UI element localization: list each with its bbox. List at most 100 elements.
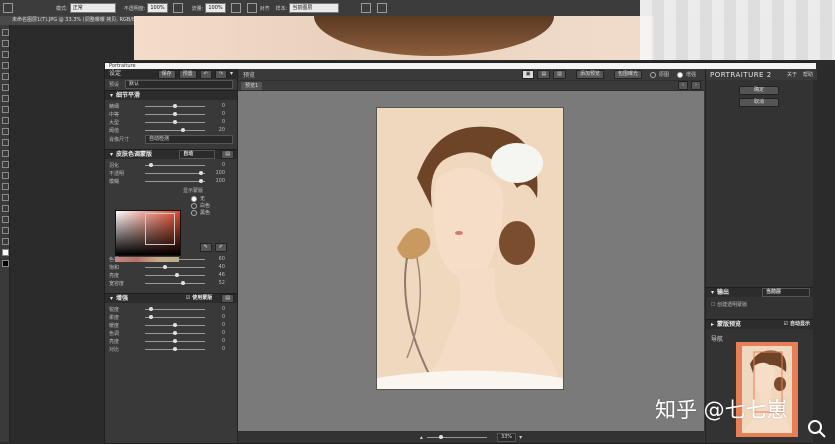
ignore-adjust-icon[interactable] — [361, 3, 372, 13]
add-preview-button[interactable]: 添加预览 — [575, 70, 604, 79]
eyedropper-icon[interactable] — [2, 84, 9, 91]
use-mask-checkbox[interactable]: ☑ — [186, 294, 190, 303]
undo-icon[interactable]: ↶ — [199, 69, 212, 79]
slider-track[interactable] — [145, 330, 205, 335]
slider-knob[interactable] — [173, 103, 177, 108]
skin-mask-section[interactable]: ▾ 皮肤色调蒙版 自动 ▤ — [105, 149, 237, 159]
slider-knob[interactable] — [173, 119, 177, 124]
portrait-size-select[interactable]: 自动检测 — [145, 135, 233, 144]
zoom-value[interactable]: 33% — [496, 433, 517, 442]
tab-next-icon[interactable]: › — [691, 81, 701, 90]
slider-track[interactable] — [145, 127, 205, 132]
collapse-icon[interactable]: ▾ — [110, 91, 113, 100]
slider-knob[interactable] — [173, 322, 177, 327]
slider-track[interactable] — [145, 264, 205, 269]
transparent-mask-checkbox[interactable]: ☐ — [711, 302, 715, 308]
enhance-menu-button[interactable]: ▤ — [221, 294, 234, 303]
foreground-color-icon[interactable] — [2, 249, 9, 256]
split-h-icon[interactable]: ▤ — [537, 70, 551, 79]
slider-knob[interactable] — [173, 338, 177, 343]
shape-tool-icon[interactable] — [2, 216, 9, 223]
airbrush-icon[interactable] — [230, 3, 241, 13]
slider-track[interactable] — [145, 272, 205, 277]
zoom-slider[interactable] — [426, 435, 487, 439]
slider-value[interactable]: 46 — [211, 272, 225, 278]
zoom-out-icon[interactable]: ▴ — [420, 434, 423, 441]
slider-knob[interactable] — [199, 170, 203, 175]
slider-value[interactable]: 0 — [211, 314, 225, 320]
slider-value[interactable]: 0 — [211, 306, 225, 312]
slider-knob[interactable] — [173, 330, 177, 335]
sample-select[interactable]: 当前图层 — [289, 3, 340, 13]
tab-preview-1[interactable]: 预览1 — [241, 81, 263, 90]
slider-knob[interactable] — [181, 127, 185, 132]
search-icon[interactable] — [806, 418, 828, 440]
history-brush-icon[interactable] — [2, 128, 9, 135]
skin-auto-select[interactable]: 自动 — [179, 150, 216, 159]
slider-track[interactable] — [145, 119, 205, 124]
slider-value[interactable]: 60 — [211, 256, 225, 262]
slider-knob[interactable] — [181, 280, 185, 285]
slider-track[interactable] — [145, 346, 205, 351]
help-link[interactable]: 帮助 — [803, 71, 813, 78]
marquee-tool-icon[interactable] — [2, 40, 9, 47]
eraser-icon[interactable] — [2, 139, 9, 146]
slider-value[interactable]: 100 — [211, 178, 225, 184]
enhance-section[interactable]: ▾ 增强 ☑ 使用蒙版 ▤ — [105, 293, 237, 303]
redo-icon[interactable]: ↷ — [214, 69, 227, 79]
slider-value[interactable]: 0 — [211, 119, 225, 125]
flow-field[interactable]: 100% — [205, 3, 226, 13]
tab-prev-icon[interactable]: ‹ — [678, 81, 688, 90]
ok-button[interactable]: 确定 — [739, 86, 779, 95]
move-tool-icon[interactable] — [2, 29, 9, 36]
clone-stamp-icon[interactable] — [2, 117, 9, 124]
slider-knob[interactable] — [175, 272, 179, 277]
zoom-menu-icon[interactable]: ▾ — [519, 434, 522, 441]
slider-knob[interactable] — [149, 162, 153, 167]
brush-icon[interactable] — [2, 106, 9, 113]
hand-tool-icon[interactable] — [2, 227, 9, 234]
about-link[interactable]: 关于 — [787, 71, 797, 78]
blur-icon[interactable] — [2, 161, 9, 168]
pen-tool-icon[interactable] — [2, 183, 9, 190]
output-section[interactable]: ▾ 输出 当前层 — [706, 287, 813, 297]
eyedropper-plus-icon[interactable]: ✎ — [199, 243, 212, 252]
align-checkbox[interactable] — [246, 3, 257, 13]
auto-show-checkbox[interactable]: ☑ — [784, 320, 788, 329]
slider-track[interactable] — [145, 280, 205, 285]
skin-selection-box[interactable] — [145, 213, 175, 245]
mask-option-white[interactable]: 白色 — [191, 202, 210, 209]
expand-icon[interactable]: ▸ — [711, 320, 714, 329]
preset-button[interactable]: 预置 — [178, 69, 197, 79]
menu-icon[interactable]: ▾ — [230, 69, 233, 79]
output-select[interactable]: 当前层 — [762, 288, 810, 297]
cancel-button[interactable]: 取消 — [739, 98, 779, 107]
slider-knob[interactable] — [149, 314, 153, 319]
hue-bar[interactable] — [115, 257, 179, 262]
slider-track[interactable] — [145, 162, 205, 167]
slider-track[interactable] — [145, 338, 205, 343]
bracket-button[interactable]: 包围曝光 — [613, 70, 642, 79]
slider-value[interactable]: 0 — [211, 322, 225, 328]
background-color-icon[interactable] — [2, 260, 9, 267]
slider-track[interactable] — [145, 103, 205, 108]
pressure-opacity-icon[interactable] — [172, 3, 183, 13]
radio-enhance[interactable]: 增强 — [676, 71, 696, 78]
slider-value[interactable]: 0 — [211, 103, 225, 109]
slider-value[interactable]: 0 — [211, 338, 225, 344]
skin-picker-button[interactable]: ▤ — [221, 150, 234, 159]
pressure-size-icon[interactable] — [377, 3, 388, 13]
collapse-icon[interactable]: ▾ — [711, 288, 714, 297]
single-view-icon[interactable]: ▣ — [521, 70, 535, 79]
preset-select[interactable]: 默认 — [125, 80, 233, 89]
detail-smoothing-section[interactable]: ▾ 细节平滑 — [105, 90, 237, 100]
mode-select[interactable]: 正常 — [69, 3, 116, 13]
split-v-icon[interactable]: ▥ — [553, 70, 566, 79]
brush-tool-icon[interactable] — [3, 3, 13, 13]
zoom-tool-icon[interactable] — [2, 238, 9, 245]
magic-wand-icon[interactable] — [2, 62, 9, 69]
type-tool-icon[interactable] — [2, 194, 9, 201]
slider-track[interactable] — [145, 314, 205, 319]
slider-knob[interactable] — [199, 178, 203, 183]
slider-value[interactable]: 0 — [211, 162, 225, 168]
